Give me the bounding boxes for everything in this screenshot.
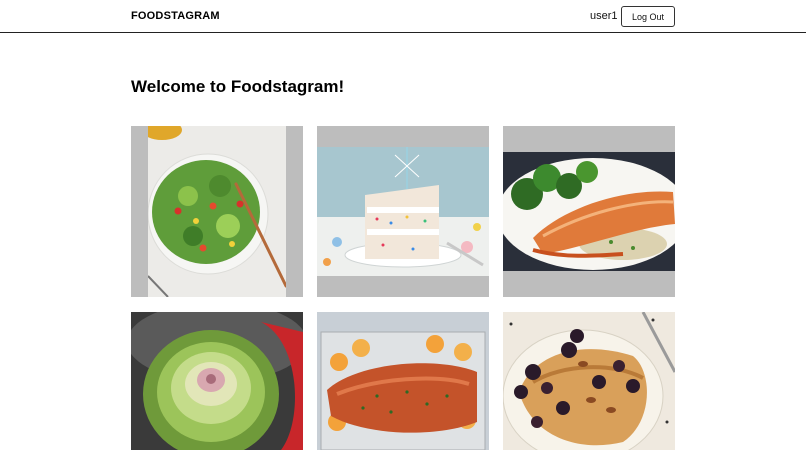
salad-image xyxy=(148,126,286,297)
post-tile-salmon-plate[interactable] xyxy=(503,126,675,297)
birthday-cake-image xyxy=(317,147,489,276)
post-tile-cake[interactable] xyxy=(317,126,489,297)
logout-button[interactable]: Log Out xyxy=(621,6,675,27)
pecan-french-toast-image xyxy=(503,312,675,450)
post-tile-salad[interactable] xyxy=(131,126,303,297)
brand-logo-link[interactable]: FOODSTAGRAM xyxy=(131,10,220,22)
baked-salmon-tray-image xyxy=(317,312,489,450)
salmon-plate-image xyxy=(503,152,675,271)
post-tile-baked-salmon[interactable] xyxy=(317,312,489,450)
username-label: user1 xyxy=(590,10,618,22)
artichoke-image xyxy=(131,312,303,450)
post-tile-artichoke[interactable] xyxy=(131,312,303,450)
page-title: Welcome to Foodstagram! xyxy=(131,77,345,96)
navbar: FOODSTAGRAM user1 Log Out xyxy=(0,0,806,33)
post-tile-french-toast[interactable] xyxy=(503,312,675,450)
